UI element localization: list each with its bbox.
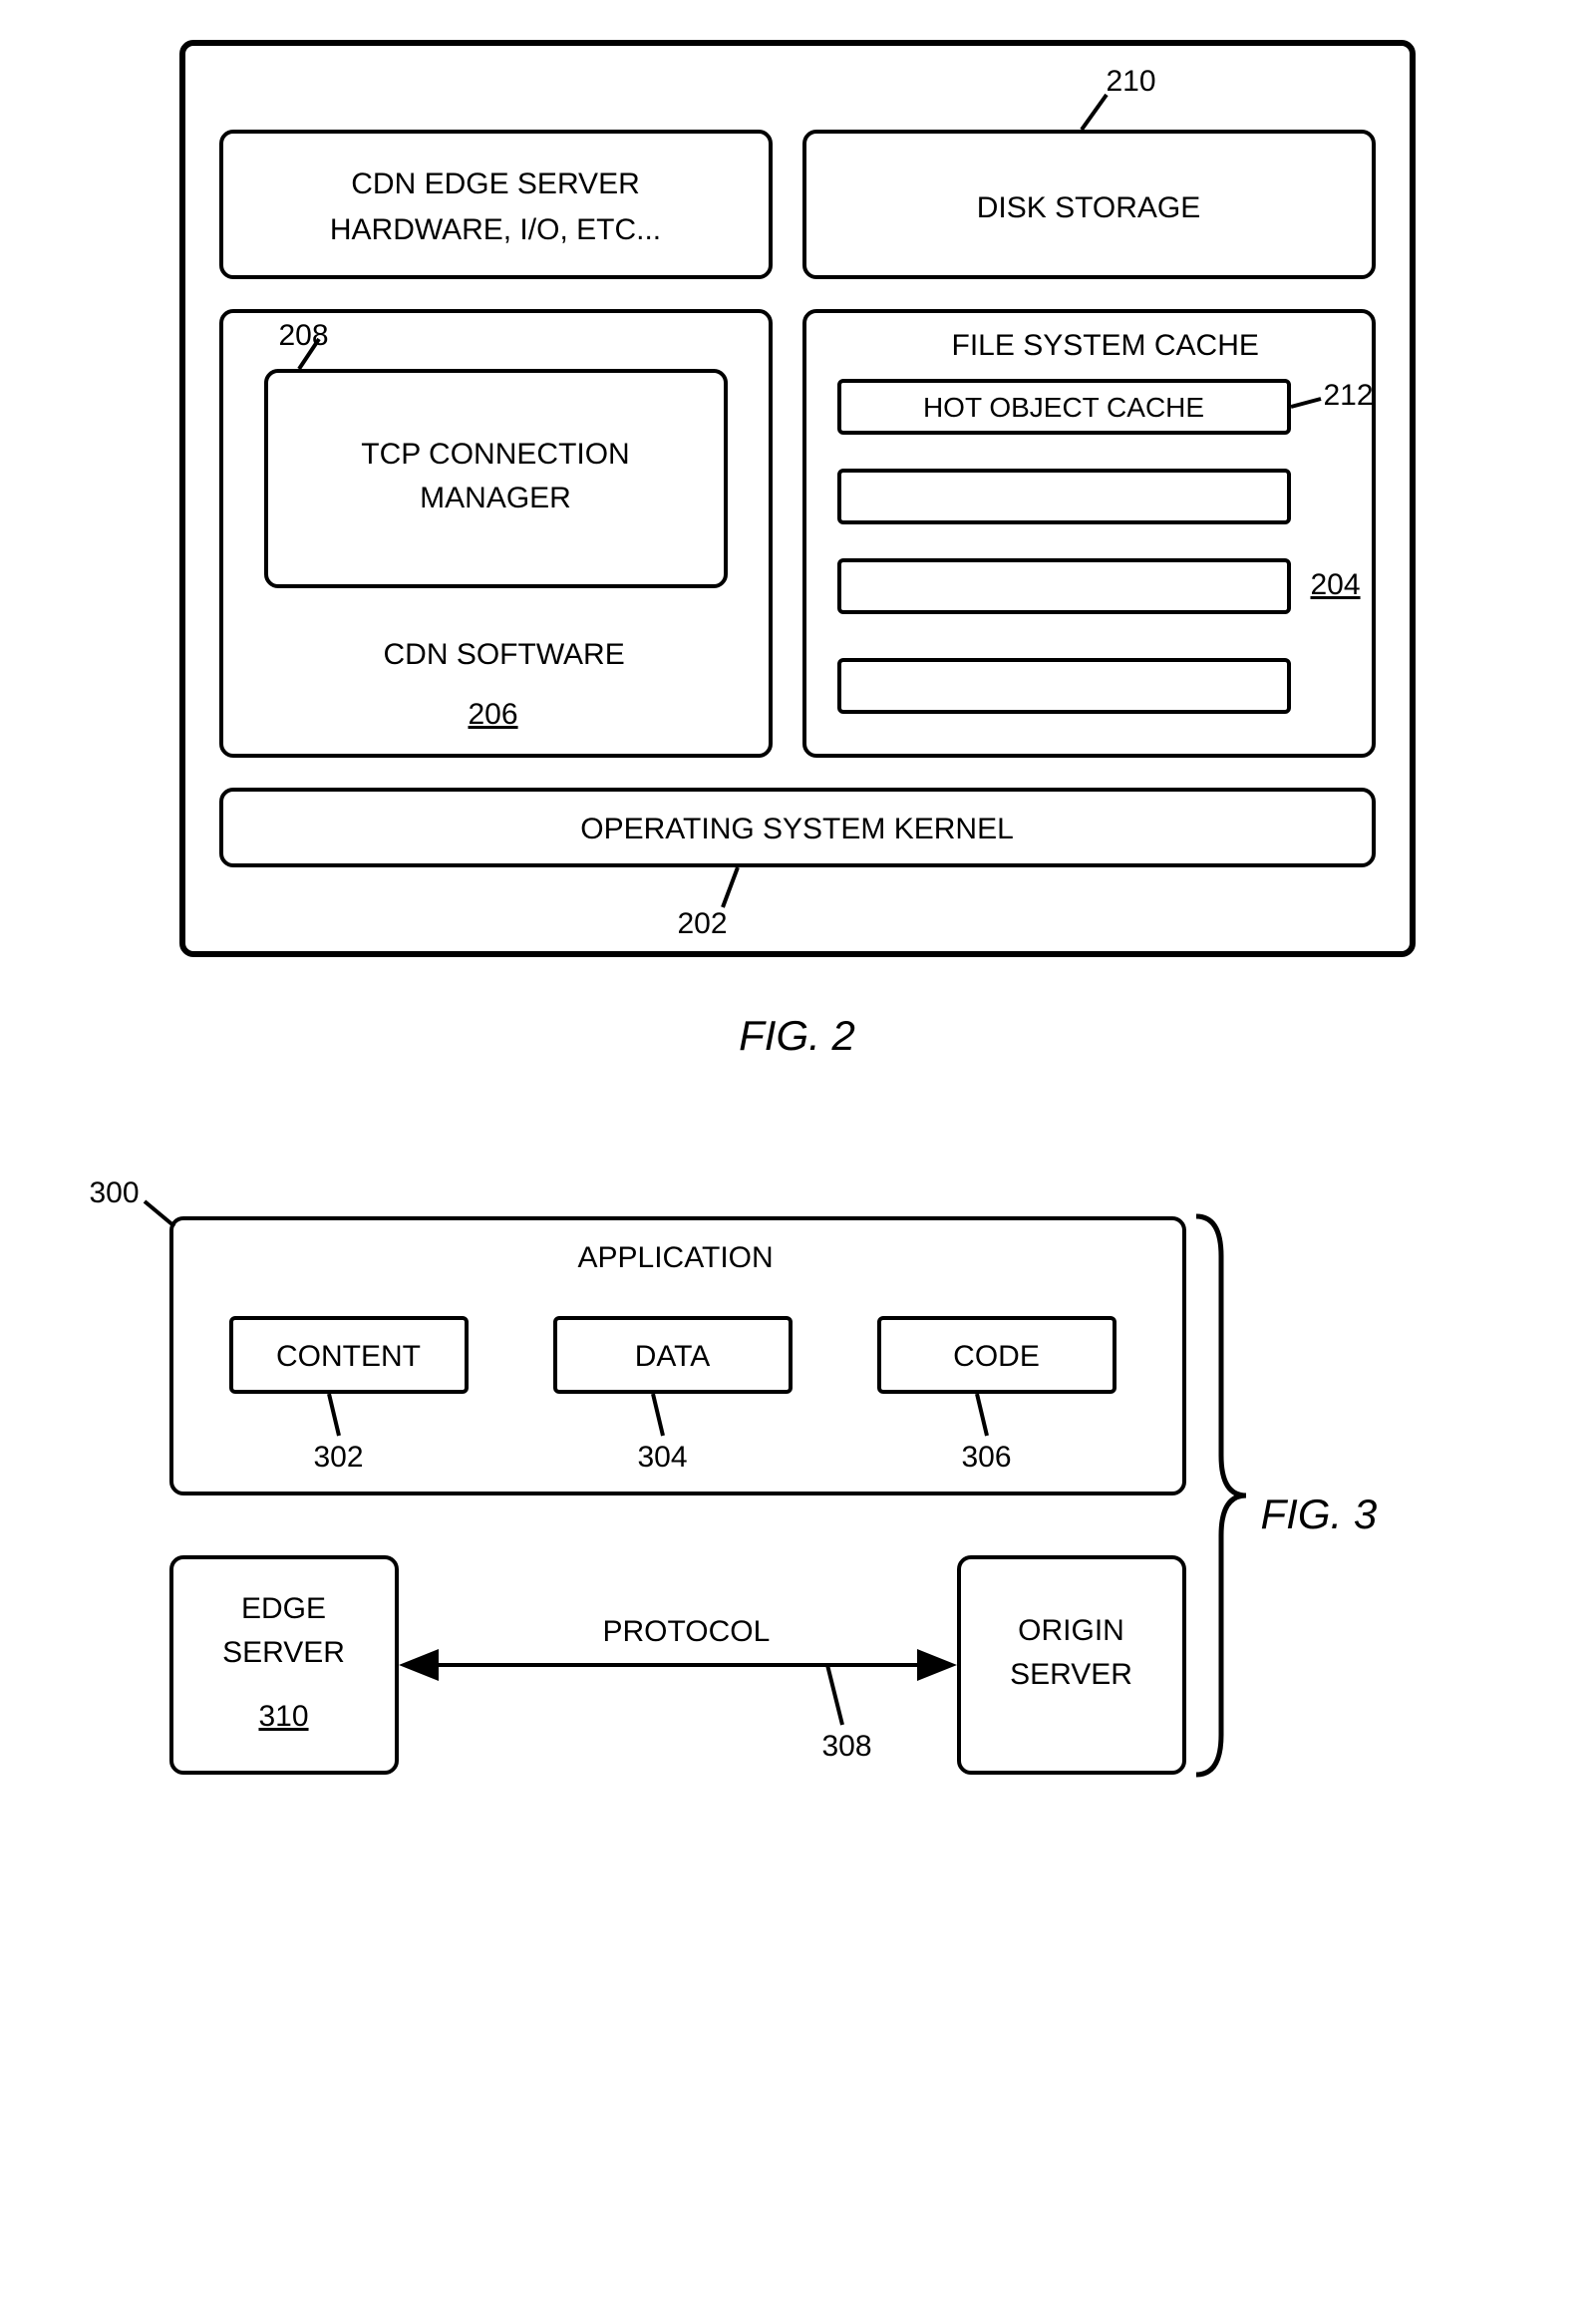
ref-210: 210 — [1107, 65, 1156, 99]
ref-202: 202 — [678, 907, 728, 941]
ref-204: 204 — [1311, 568, 1361, 602]
figure-3: APPLICATION CONTENT DATA CODE EDGE SERVE… — [50, 1157, 1545, 1834]
fig2-caption: FIG. 2 — [179, 1012, 1416, 1060]
ref-304: 304 — [638, 1441, 688, 1475]
ref-212: 212 — [1324, 379, 1374, 413]
ref-308: 308 — [822, 1730, 872, 1764]
ref-208: 208 — [279, 319, 329, 353]
label-protocol: PROTOCOL — [603, 1615, 771, 1649]
ref-306: 306 — [962, 1441, 1012, 1475]
ref-300: 300 — [90, 1176, 140, 1210]
fig3-caption: FIG. 3 — [1261, 1491, 1378, 1538]
fig2-lead-lines — [179, 40, 1416, 957]
ref-302: 302 — [314, 1441, 364, 1475]
figure-2: CDN EDGE SERVER HARDWARE, I/O, ETC... DI… — [179, 40, 1416, 1097]
